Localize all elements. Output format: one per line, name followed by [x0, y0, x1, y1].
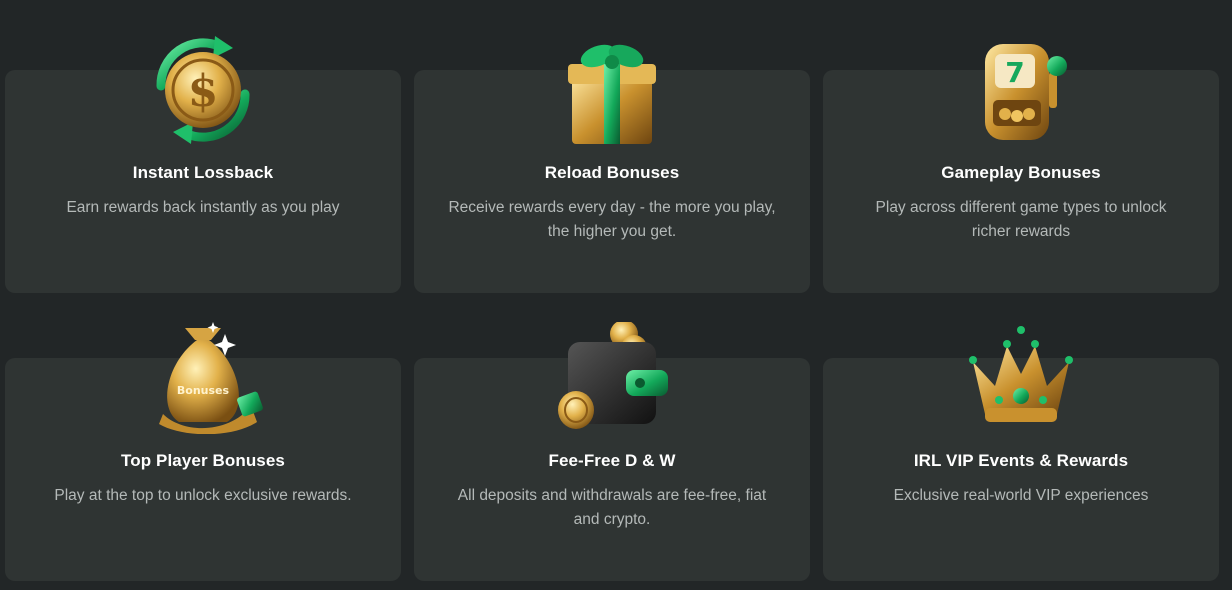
wallet-icon: [542, 322, 682, 434]
crown-icon: [951, 322, 1091, 434]
bag-label: Bonuses: [177, 384, 230, 397]
gift-box-icon: [542, 34, 682, 146]
card-instant-lossback[interactable]: $ Instant Lossback Earn rewards back ins…: [5, 36, 401, 293]
card-description: Exclusive real-world VIP experiences: [893, 487, 1149, 504]
card-fee-free-dw[interactable]: Fee-Free D & W All deposits and withdraw…: [414, 322, 810, 581]
card-title: Instant Lossback: [132, 163, 274, 182]
card-top-player-bonuses[interactable]: Bonuses Top Player Bonuses Play at the t…: [5, 322, 401, 581]
card-description: All deposits and withdrawals are fee-fre…: [457, 487, 767, 528]
card-title: Gameplay Bonuses: [941, 163, 1101, 182]
card-title: IRL VIP Events & Rewards: [913, 451, 1129, 470]
coin-cycle-icon: $: [133, 34, 273, 146]
svg-text:$: $: [188, 66, 219, 117]
card-gameplay-bonuses[interactable]: 7 Gameplay Bonuses Play across different…: [823, 44, 1219, 293]
card-description: Earn rewards back instantly as you play: [66, 199, 340, 216]
card-description: Receive rewards every day - the more you…: [448, 199, 776, 240]
money-bag-icon: Bonuses: [133, 322, 273, 434]
rewards-grid: $ Instant Lossback Earn rewards back ins…: [0, 0, 1232, 590]
card-reload-bonuses[interactable]: Reload Bonuses Receive rewards every day…: [414, 44, 810, 293]
card-description: Play across different game types to unlo…: [875, 199, 1167, 240]
card-title: Fee-Free D & W: [548, 451, 676, 470]
card-description: Play at the top to unlock exclusive rewa…: [54, 487, 352, 504]
svg-text:7: 7: [1005, 56, 1024, 89]
card-title: Top Player Bonuses: [121, 451, 285, 470]
slot-machine-icon: 7: [951, 34, 1091, 146]
card-title: Reload Bonuses: [544, 163, 680, 182]
card-irl-vip-events[interactable]: IRL VIP Events & Rewards Exclusive real-…: [823, 326, 1219, 581]
